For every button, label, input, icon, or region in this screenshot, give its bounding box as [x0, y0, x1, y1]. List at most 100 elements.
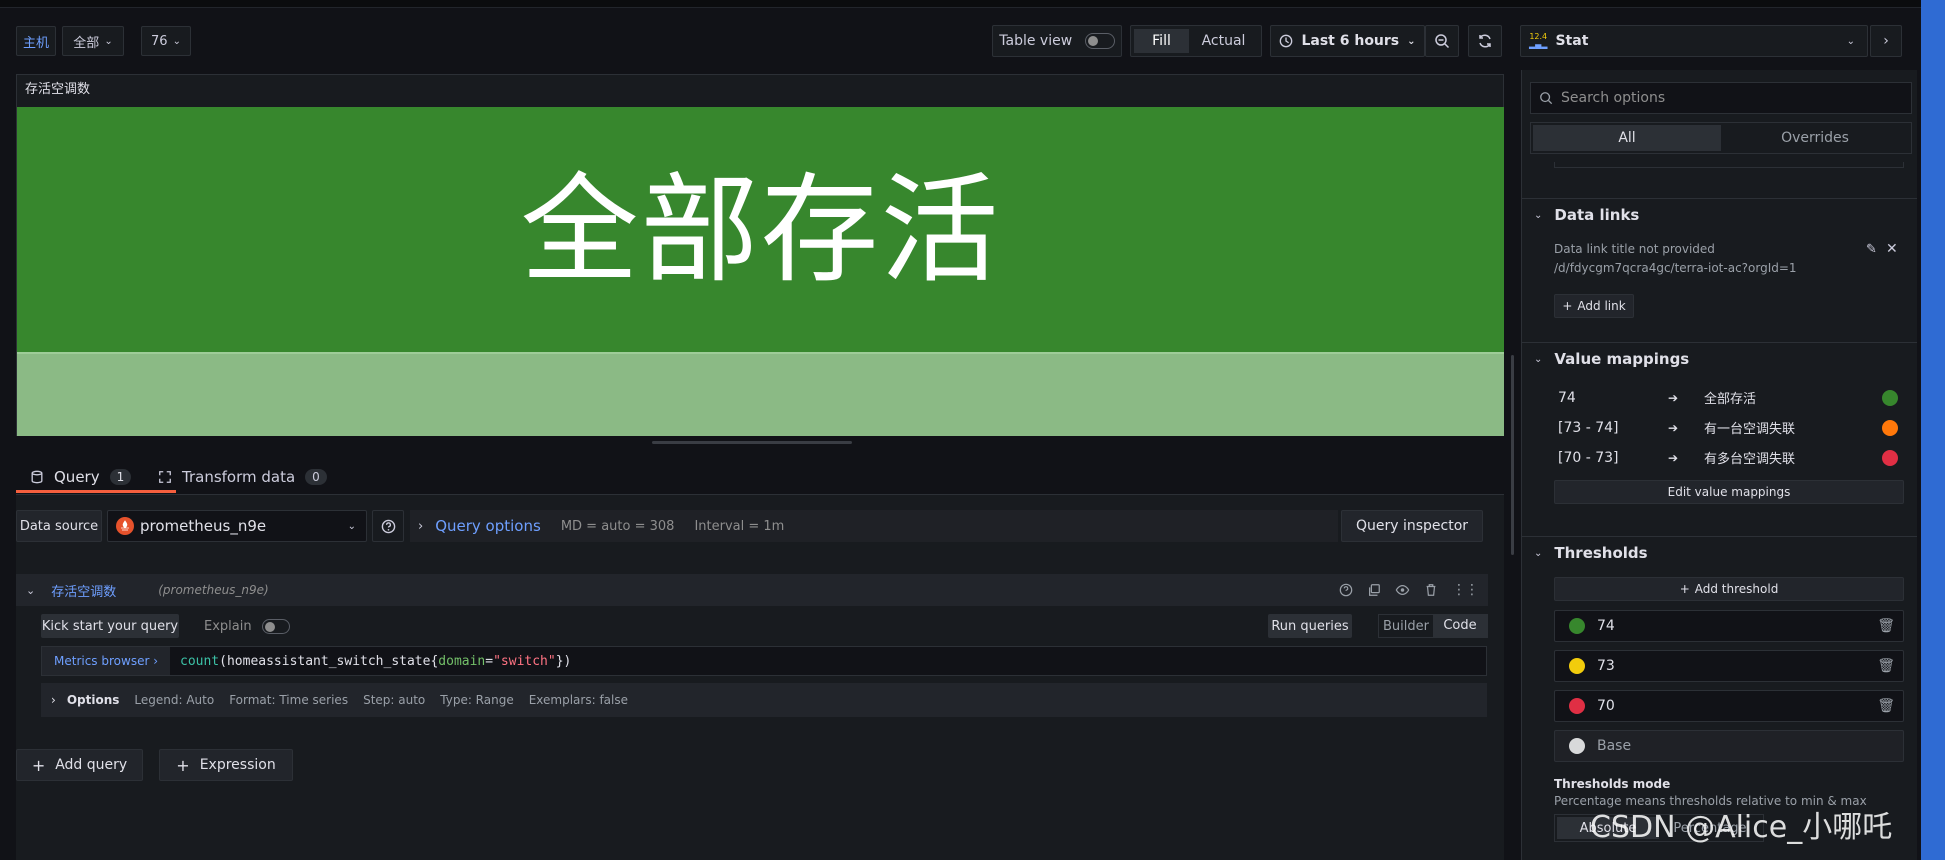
value-mappings-header[interactable]: ⌄ Value mappings: [1534, 350, 1689, 368]
threshold-row[interactable]: 73 🗑: [1554, 650, 1904, 682]
time-range-picker[interactable]: Last 6 hours ⌄: [1270, 25, 1425, 57]
threshold-row[interactable]: 74 🗑: [1554, 610, 1904, 642]
kick-start-button[interactable]: Kick start your query: [41, 614, 179, 638]
tab-transform[interactable]: Transform data 0: [158, 460, 327, 494]
mapping-value: [73 - 74]: [1558, 419, 1619, 436]
chevron-down-icon: ⌄: [172, 35, 181, 47]
query-options-summary[interactable]: › Options Legend: Auto Format: Time seri…: [41, 683, 1487, 717]
editor-mode-toggle: Builder Code: [1378, 614, 1488, 638]
plus-icon: +: [1562, 299, 1573, 313]
zoom-out-button[interactable]: [1425, 25, 1459, 57]
transform-icon: [159, 471, 171, 483]
query-datasource-hint: (prometheus_n9e): [158, 583, 269, 597]
table-view-toggle[interactable]: Table view: [992, 25, 1122, 57]
query-editor-background: [16, 495, 1504, 860]
threshold-color-dot[interactable]: [1569, 618, 1585, 634]
query-name[interactable]: 存活空调数: [51, 581, 116, 600]
query-row-actions: ⋮⋮: [1339, 582, 1479, 598]
mapping-color-dot: [1882, 419, 1898, 436]
refresh-button[interactable]: [1468, 25, 1502, 57]
tab-all[interactable]: All: [1533, 125, 1721, 151]
toggle-switch: [1084, 33, 1115, 49]
zoom-out-icon: [1435, 34, 1450, 49]
vertical-scrollbar[interactable]: [1511, 355, 1514, 555]
chevron-down-icon: ⌄: [104, 35, 113, 47]
drag-handle-icon[interactable]: ⋮⋮: [1452, 582, 1479, 598]
duplicate-icon[interactable]: [1367, 583, 1381, 597]
visualization-name: Stat: [1555, 33, 1589, 49]
threshold-color-dot[interactable]: [1569, 698, 1585, 714]
promql-editor[interactable]: count(homeassistant_switch_state{domain=…: [170, 654, 571, 669]
threshold-color-dot[interactable]: [1569, 658, 1585, 674]
chevron-down-icon: ⌄: [1534, 547, 1543, 559]
section-divider: [1522, 536, 1917, 537]
trash-icon[interactable]: 🗑: [1877, 698, 1895, 714]
threshold-row-base[interactable]: Base: [1554, 730, 1904, 762]
trash-icon[interactable]: 🗑: [1877, 658, 1895, 674]
fill-button[interactable]: Fill: [1134, 29, 1189, 53]
database-icon: [31, 470, 43, 484]
data-links-header[interactable]: ⌄ Data links: [1534, 206, 1639, 224]
threshold-row[interactable]: 70 🗑: [1554, 690, 1904, 722]
fill-actual-group: Fill Actual: [1130, 25, 1262, 57]
threshold-value: 73: [1597, 658, 1615, 674]
chevron-right-icon: ›: [51, 693, 56, 707]
value-mapping-row: 74 ➔ 全部存活: [1558, 388, 1898, 407]
query-options-bar[interactable]: › Query options MD = auto = 308 Interval…: [410, 510, 1338, 542]
value-mappings-title: Value mappings: [1554, 350, 1690, 368]
tab-query[interactable]: Query 1: [30, 460, 132, 494]
trash-icon[interactable]: 🗑: [1877, 618, 1895, 634]
variable-label-host: 主机: [16, 26, 56, 56]
stat-sparkline-area: [17, 352, 1504, 436]
help-icon[interactable]: [1339, 583, 1353, 597]
mapping-value: [70 - 73]: [1558, 449, 1619, 466]
run-queries-button[interactable]: Run queries: [1268, 614, 1352, 638]
metrics-browser-button[interactable]: Metrics browser ›: [42, 647, 170, 675]
section-divider: [1522, 198, 1917, 199]
visualization-picker[interactable]: 12.4 ▂▄▂ Stat ⌄: [1520, 25, 1868, 57]
thresholds-header[interactable]: ⌄ Thresholds: [1534, 544, 1648, 562]
threshold-value: 74: [1597, 618, 1615, 634]
query-input-row: Metrics browser › count(homeassistant_sw…: [41, 646, 1487, 676]
add-query-label: Add query: [55, 757, 128, 773]
eye-icon[interactable]: [1395, 583, 1410, 597]
add-expression-button[interactable]: + Expression: [159, 749, 293, 781]
datasource-help-button[interactable]: [372, 510, 404, 542]
explain-toggle[interactable]: Explain: [204, 614, 290, 638]
chevron-down-icon[interactable]: ⌄: [26, 584, 35, 597]
chevron-down-icon: ⌄: [1846, 35, 1855, 47]
panel-preview: 存活空调数 全部存活: [16, 74, 1504, 436]
threshold-color-dot[interactable]: [1569, 738, 1585, 754]
actual-button[interactable]: Actual: [1189, 33, 1258, 49]
section-divider: [1522, 342, 1917, 343]
tab-overrides[interactable]: Overrides: [1721, 125, 1909, 151]
edit-link-icon[interactable]: ✎: [1866, 242, 1877, 257]
builder-mode-button[interactable]: Builder: [1379, 619, 1433, 634]
add-link-button[interactable]: + Add link: [1554, 294, 1634, 318]
search-options-input[interactable]: Search options: [1530, 82, 1912, 114]
query-inspector-button[interactable]: Query inspector: [1341, 510, 1483, 542]
variable-select-number[interactable]: 76 ⌄: [141, 26, 191, 56]
edit-value-mappings-button[interactable]: Edit value mappings: [1554, 480, 1904, 504]
data-link-item: Data link title not provided /d/fdycgm7q…: [1554, 240, 1797, 278]
chevron-down-icon: ⌄: [347, 520, 356, 532]
datasource-picker[interactable]: prometheus_n9e ⌄: [107, 510, 367, 542]
promql-operator: =: [485, 653, 494, 669]
trash-icon[interactable]: [1424, 583, 1438, 597]
add-query-button[interactable]: + Add query: [16, 749, 143, 781]
options-format: Format: Time series: [229, 693, 349, 707]
collapse-options-button[interactable]: ›: [1870, 25, 1902, 57]
options-pane: Search options All Overrides ⌄ Data link…: [1521, 70, 1917, 860]
code-mode-button[interactable]: Code: [1433, 615, 1487, 637]
add-threshold-button[interactable]: + Add threshold: [1554, 577, 1904, 601]
value-mapping-row: [70 - 73] ➔ 有多台空调失联: [1558, 448, 1898, 467]
options-label: Options: [66, 693, 120, 707]
resize-handle[interactable]: [652, 441, 852, 444]
options-step: Step: auto: [363, 693, 426, 707]
variable-select-host[interactable]: 全部 ⌄: [62, 26, 124, 56]
tab-transform-label: Transform data: [182, 468, 296, 486]
variable-select-number-value: 76: [151, 33, 168, 49]
panel-title: 存活空调数: [25, 82, 91, 97]
close-icon[interactable]: ✕: [1886, 241, 1898, 257]
tab-query-label: Query: [54, 468, 100, 486]
